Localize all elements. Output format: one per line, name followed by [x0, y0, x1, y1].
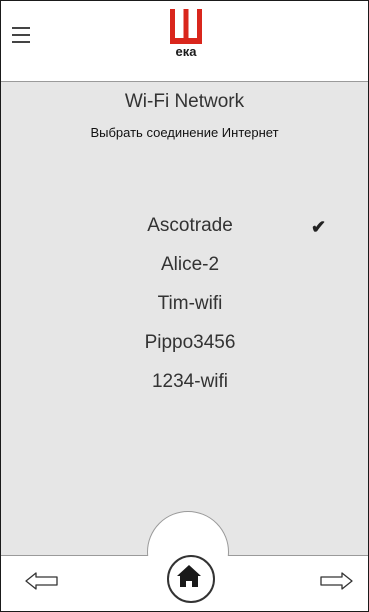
app-frame: ека Wi-Fi Network Выбрать соединение Инт…	[0, 0, 369, 612]
arrow-left-icon[interactable]	[25, 571, 59, 591]
network-name: Alice-2	[160, 254, 220, 275]
home-button[interactable]	[167, 555, 215, 603]
logo-text: ека	[175, 44, 197, 59]
network-item-alice-2[interactable]: Alice-2	[1, 250, 368, 280]
network-item-1234-wifi[interactable]: 1234-wifi	[1, 367, 368, 397]
brand-logo: ека	[170, 9, 202, 61]
network-item-tim-wifi[interactable]: Tim-wifi	[1, 289, 368, 319]
network-name: Tim-wifi	[157, 293, 223, 314]
home-icon	[177, 565, 201, 587]
network-item-pippo3456[interactable]: Pippo3456	[1, 328, 368, 358]
arrow-right-icon[interactable]	[319, 571, 353, 591]
page-title: Wi-Fi Network	[124, 91, 245, 112]
checkmark-icon: ✔	[311, 217, 327, 237]
network-name: 1234-wifi	[151, 371, 229, 392]
network-item-ascotrade[interactable]: Ascotrade ✔	[1, 211, 368, 241]
network-name: Pippo3456	[144, 332, 236, 353]
hamburger-menu-icon[interactable]	[12, 27, 30, 43]
page-subtitle: Выбрать соединение Интернет	[90, 125, 279, 140]
app-header: ека	[1, 1, 368, 82]
